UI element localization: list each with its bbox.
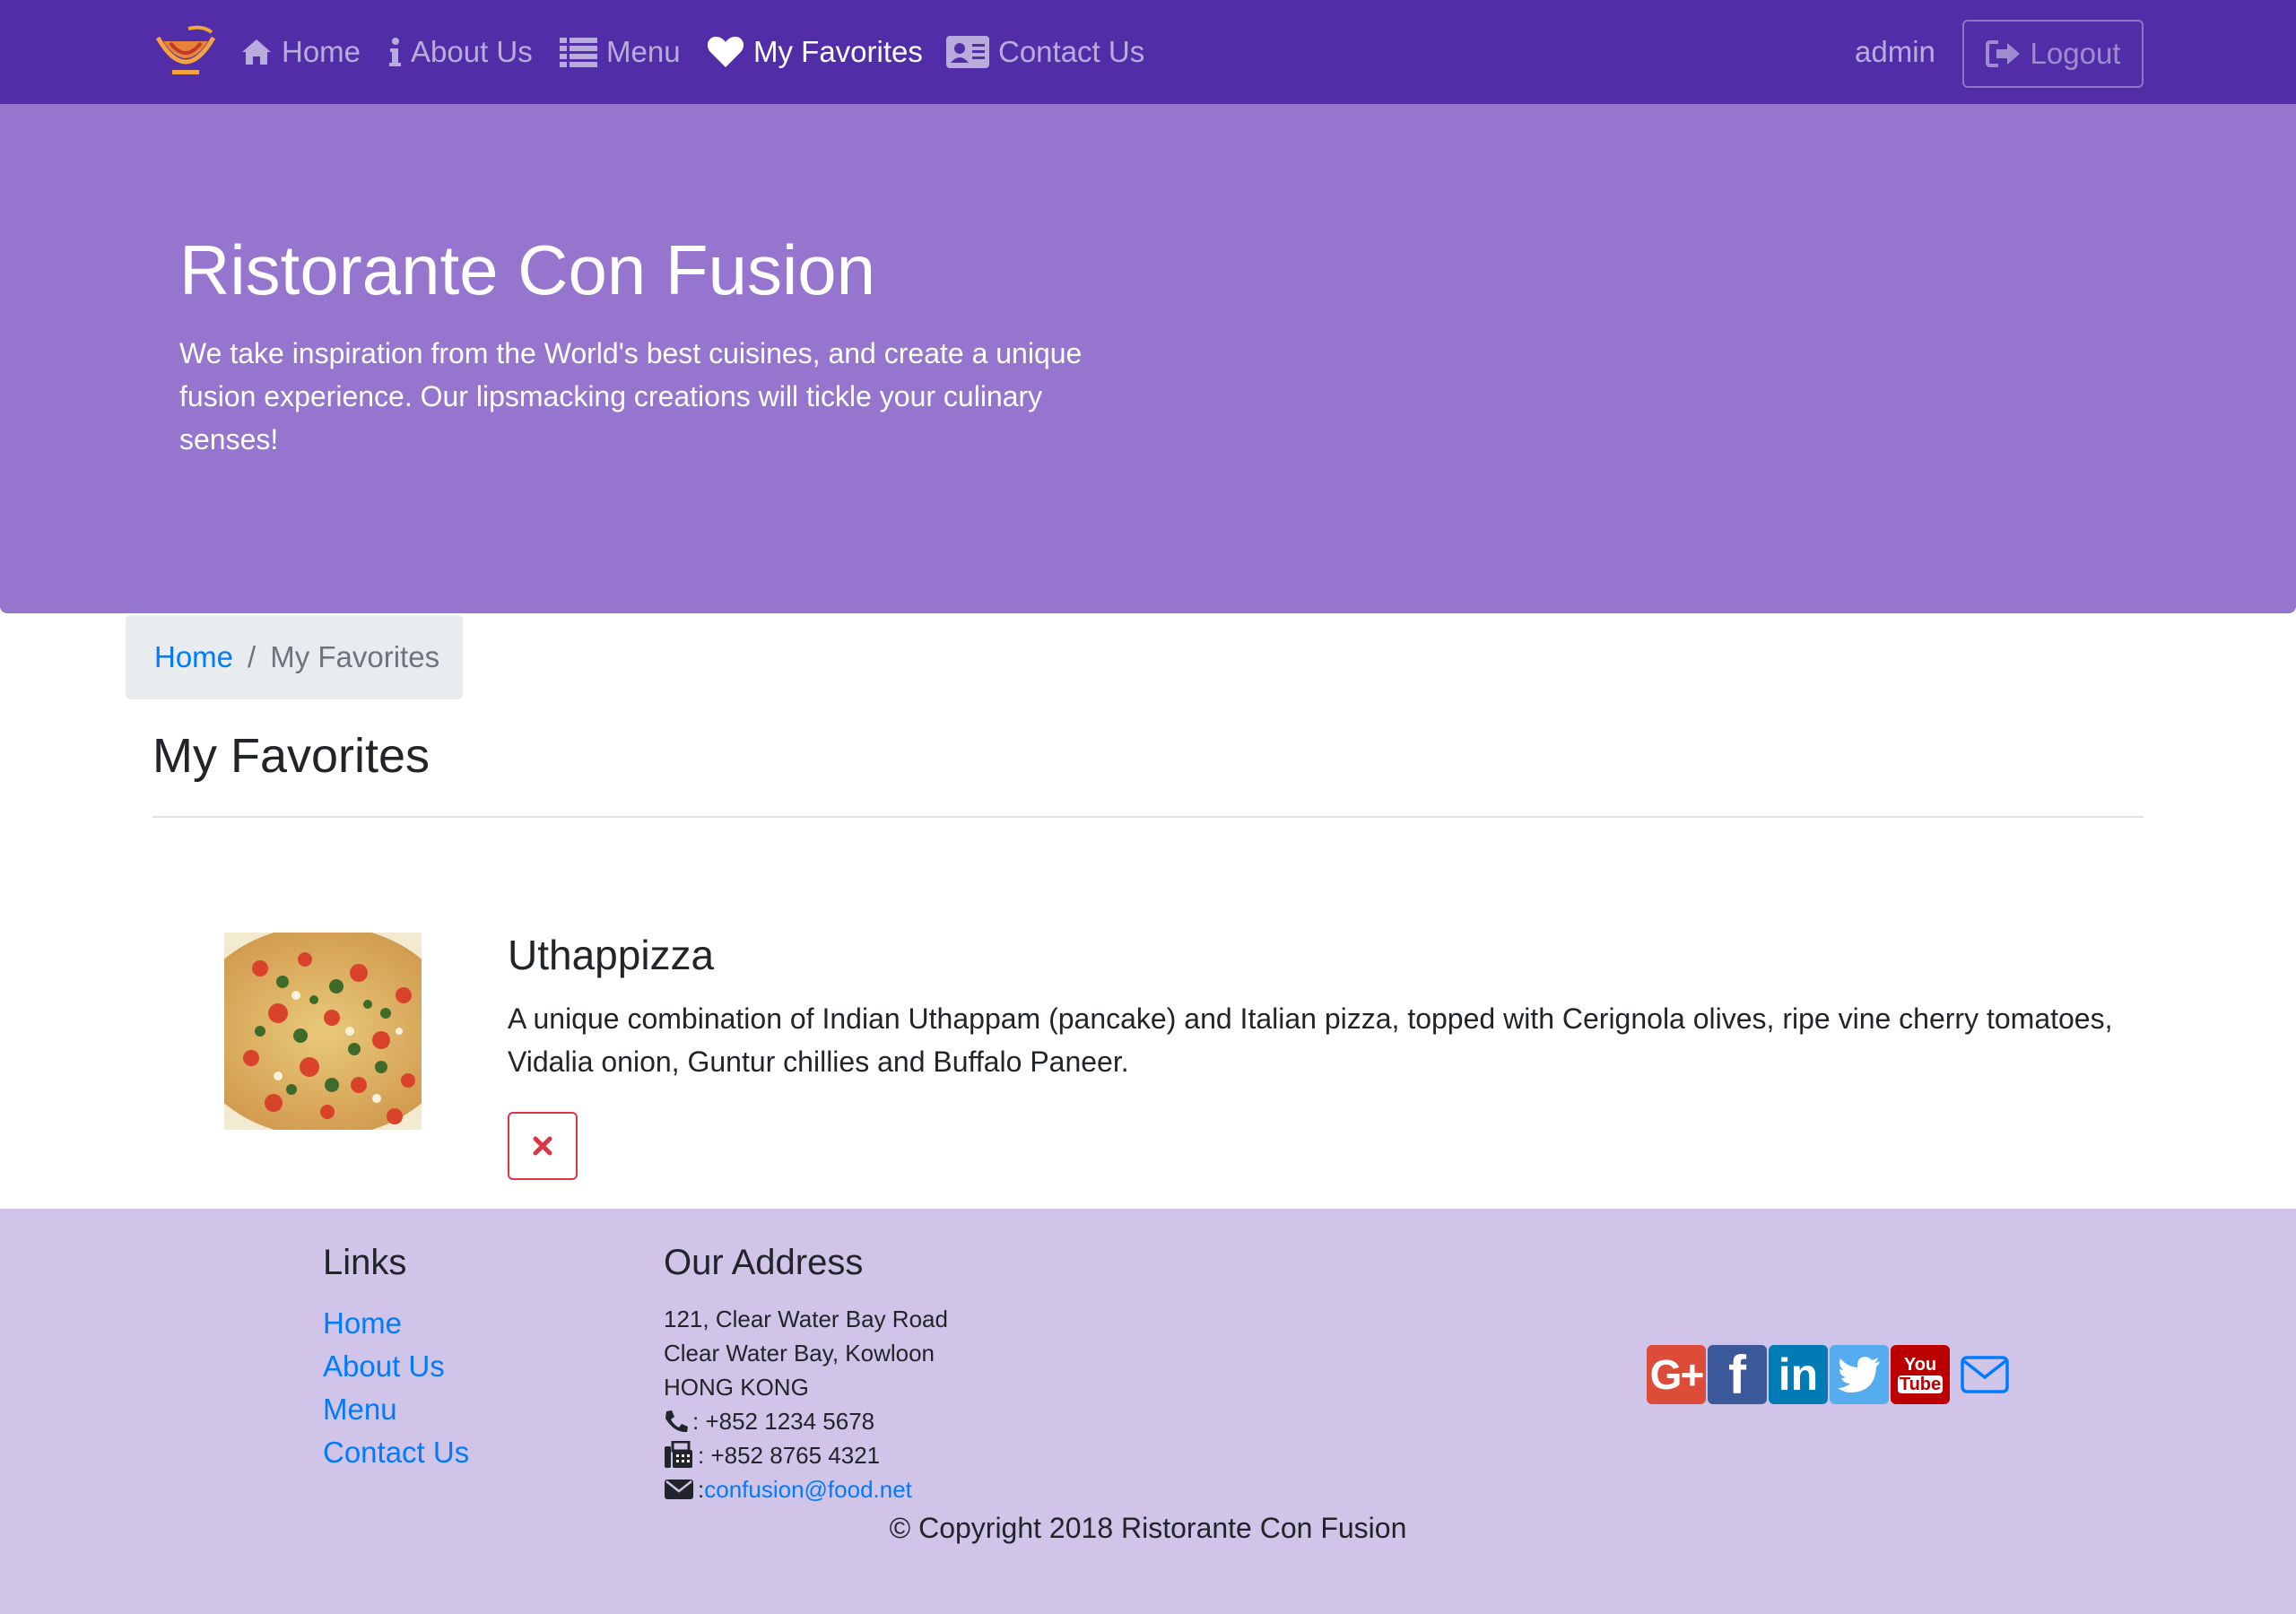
fax-icon	[665, 1441, 692, 1468]
twitter-button[interactable]	[1830, 1345, 1889, 1404]
list-icon	[560, 38, 597, 67]
nav-about[interactable]: About Us	[387, 27, 533, 77]
info-icon	[389, 38, 401, 66]
address-line: 121, Clear Water Bay Road	[664, 1306, 948, 1332]
google-plus-icon: G+	[1649, 1351, 1705, 1398]
linkedin-icon: in	[1778, 1349, 1819, 1400]
footer-link-home[interactable]: Home	[323, 1306, 402, 1340]
youtube-button[interactable]: You Tube	[1891, 1345, 1950, 1404]
nav-favorites[interactable]: My Favorites	[707, 27, 923, 77]
phone-icon	[665, 1410, 688, 1433]
twitter-icon	[1838, 1357, 1880, 1393]
footer-address-title: Our Address	[664, 1243, 864, 1282]
email-line: : confusion@food.net	[664, 1472, 948, 1506]
restaurant-tagline: We take inspiration from the World's bes…	[179, 337, 1083, 456]
linkedin-button[interactable]: in	[1769, 1345, 1828, 1404]
footer-links-title: Links	[323, 1243, 407, 1282]
footer-address: 121, Clear Water Bay Road Clear Water Ba…	[664, 1302, 948, 1506]
footer-links: Home About Us Menu Contact Us	[323, 1302, 469, 1474]
dish-description: A unique combination of Indian Uthappam …	[508, 1002, 2113, 1078]
nav-about-label: About Us	[411, 35, 533, 68]
title-divider	[152, 816, 2144, 818]
dish-name: Uthappizza	[508, 932, 715, 978]
footer: Links Home About Us Menu Contact Us Our …	[0, 1209, 2296, 1614]
copyright-text: © Copyright 2018 Ristorante Con Fusion	[889, 1512, 1407, 1544]
phone-number: : +852 1234 5678	[692, 1408, 875, 1435]
nav-menu[interactable]: Menu	[560, 27, 681, 77]
nav-home[interactable]: Home	[240, 27, 361, 77]
jumbotron: Ristorante Con Fusion We take inspiratio…	[0, 104, 2296, 613]
address-card-icon	[946, 36, 989, 68]
nav-contact[interactable]: Contact Us	[946, 27, 1144, 77]
mail-button[interactable]	[1955, 1345, 2014, 1404]
youtube-icon-bottom: Tube	[1897, 1375, 1944, 1394]
nav-contact-label: Contact Us	[998, 35, 1145, 68]
email-prefix: :	[698, 1476, 705, 1503]
social-links: G+ f in You Tube	[1647, 1344, 2014, 1405]
sign-out-icon	[1985, 40, 2020, 67]
username-label: admin	[1855, 35, 1935, 68]
envelope-icon	[665, 1480, 693, 1499]
dish-image	[224, 933, 422, 1130]
footer-link-about[interactable]: About Us	[323, 1349, 445, 1383]
home-icon	[242, 39, 271, 65]
nav-favorites-label: My Favorites	[753, 35, 923, 68]
facebook-button[interactable]: f	[1708, 1344, 1767, 1405]
heart-icon	[707, 36, 744, 67]
page-title: My Favorites	[152, 729, 430, 783]
envelope-outline-icon	[1961, 1356, 2009, 1393]
fax-line: : +852 8765 4321	[664, 1438, 948, 1472]
facebook-icon: f	[1728, 1344, 1746, 1405]
fax-number: : +852 8765 4321	[698, 1442, 881, 1469]
times-icon	[533, 1136, 552, 1156]
restaurant-title: Ristorante Con Fusion	[179, 230, 876, 309]
breadcrumb-separator: /	[248, 640, 257, 673]
footer-link-contact[interactable]: Contact Us	[323, 1436, 469, 1469]
phone-line: : +852 1234 5678	[664, 1404, 948, 1438]
google-plus-button[interactable]: G+	[1647, 1345, 1706, 1404]
breadcrumb-current: My Favorites	[270, 640, 440, 673]
logout-label: Logout	[2030, 37, 2121, 70]
youtube-icon-top: You	[1903, 1355, 1937, 1375]
nav-home-label: Home	[282, 35, 361, 68]
address-line: HONG KONG	[664, 1374, 809, 1401]
breadcrumb-home[interactable]: Home	[154, 640, 233, 674]
brand-logo[interactable]	[152, 23, 219, 81]
nav-menu-label: Menu	[606, 35, 681, 68]
logout-button[interactable]: Logout	[1962, 20, 2144, 88]
delete-favorite-button[interactable]	[508, 1112, 578, 1180]
email-link[interactable]: confusion@food.net	[704, 1472, 912, 1506]
navbar: Home About Us Menu My Favorites Contact …	[0, 0, 2296, 104]
breadcrumb: Home / My Favorites	[126, 615, 463, 699]
address-line: Clear Water Bay, Kowloon	[664, 1340, 935, 1367]
footer-link-menu[interactable]: Menu	[323, 1393, 397, 1426]
